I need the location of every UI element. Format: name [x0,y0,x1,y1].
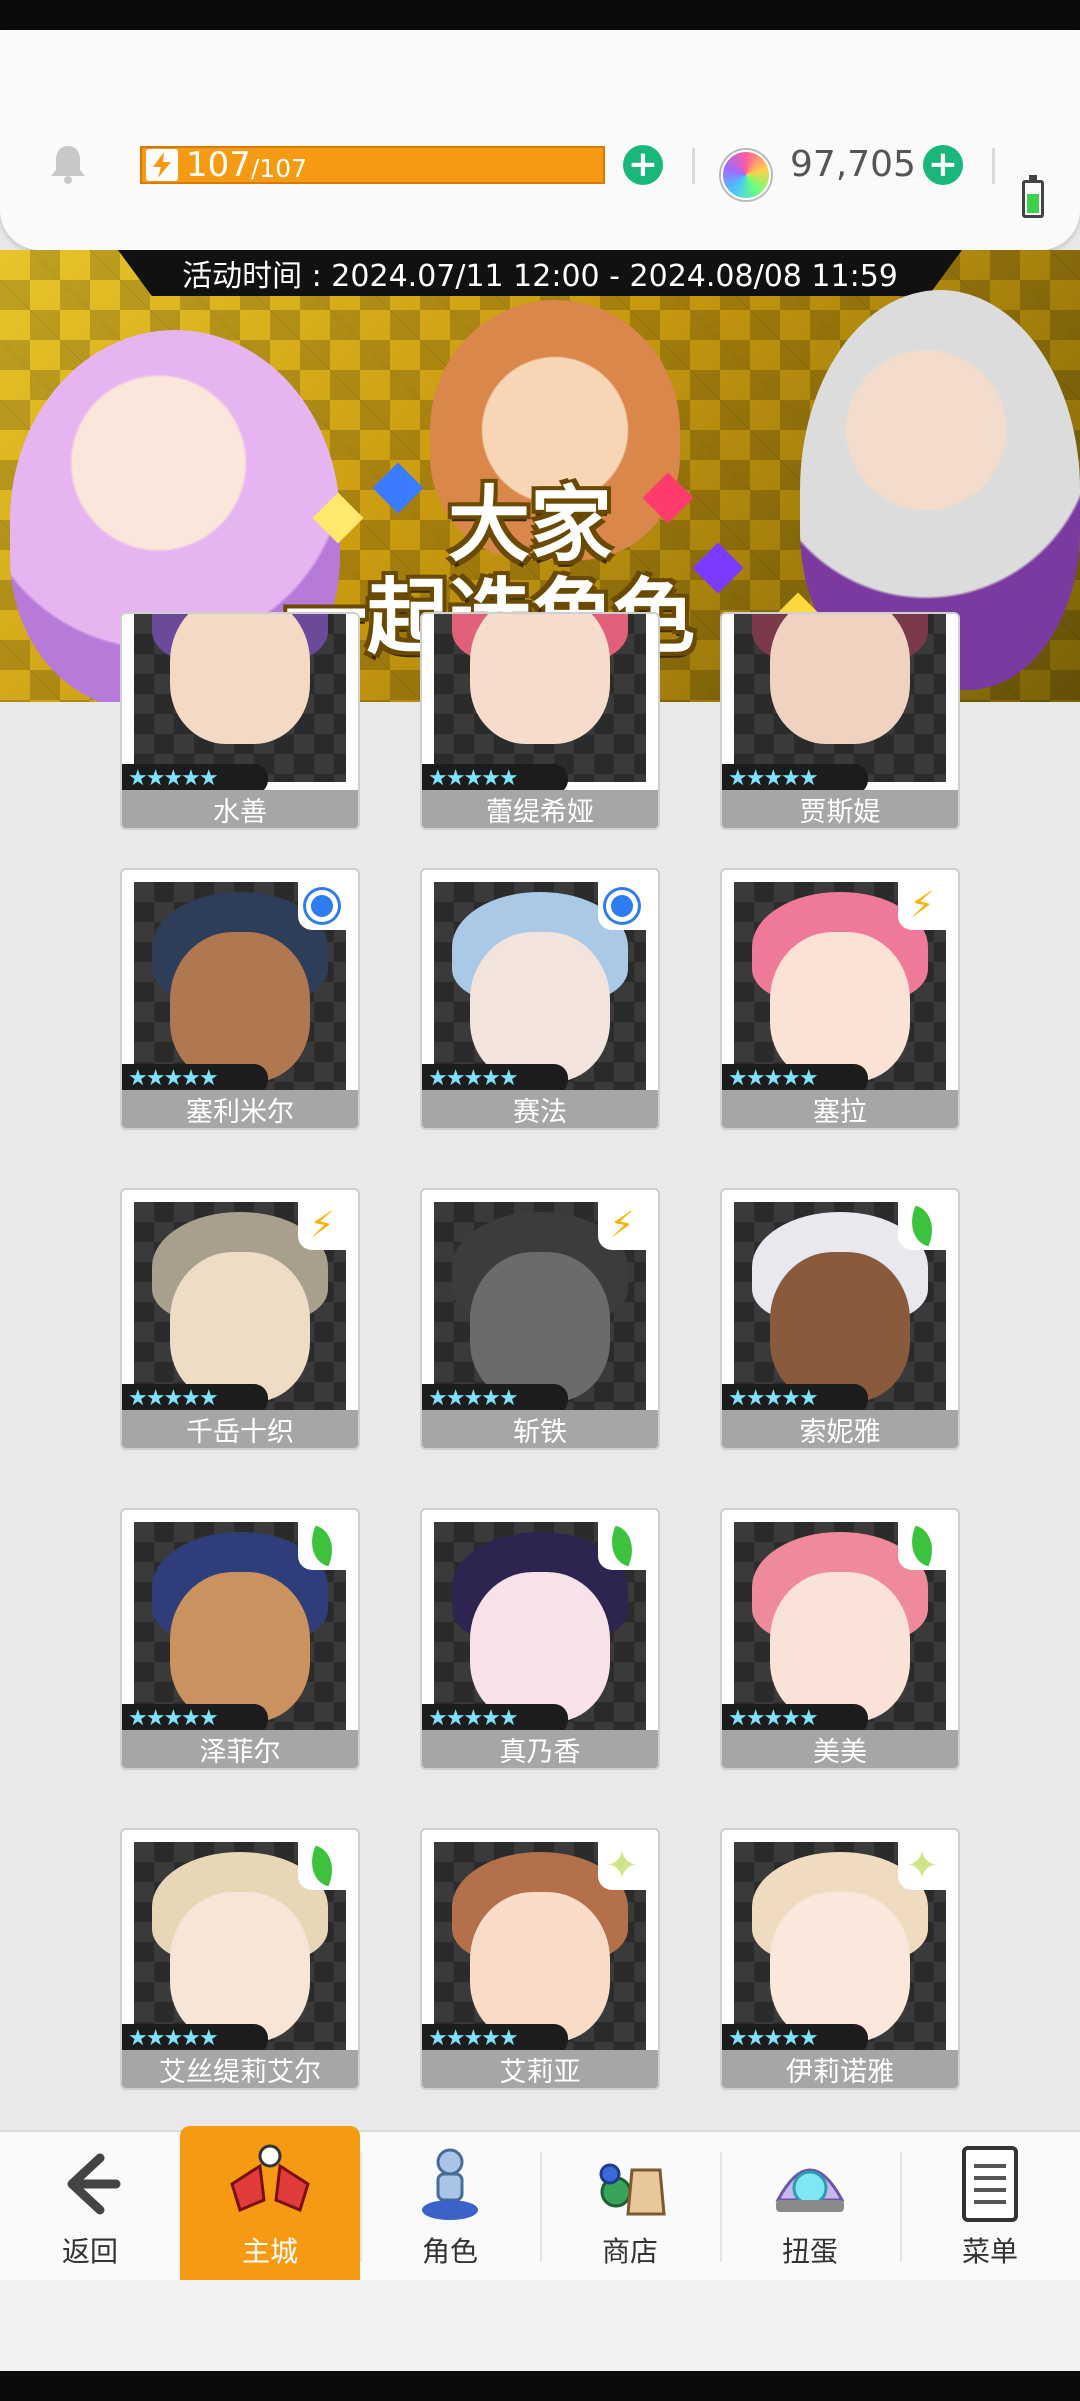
system-nav-area [0,2280,1080,2371]
character-name: 塞拉 [722,1090,958,1128]
character-name: 美美 [722,1730,958,1768]
earth-element-icon [898,1202,946,1250]
character-card[interactable]: ★★★★★ ⚡ 斩铁 [420,1188,660,1450]
character-card[interactable]: ★★★★★ 泽菲尔 [120,1508,360,1770]
earth-element-icon [598,1522,646,1570]
character-name: 艾丝缇莉艾尔 [122,2050,358,2088]
character-figure-icon [422,2148,478,2220]
battery-icon [1022,175,1044,218]
character-card[interactable]: ★★★★★ 塞利米尔 [120,868,360,1130]
character-card[interactable]: ★★★★★ ✦ 伊莉诺雅 [720,1828,960,2090]
divider [992,148,995,184]
nav-back[interactable]: 返回 [0,2132,180,2282]
gem-count: 97,705 [790,144,916,185]
thunder-element-icon: ⚡ [598,1202,646,1250]
bottom-nav: 返回 主城 角色 商店 扭蛋 菜单 [0,2126,1080,2282]
character-name: 贾斯媞 [722,790,958,828]
character-name: 千岳十织 [122,1410,358,1448]
character-card[interactable]: ★★★★★ 水善 [120,612,360,830]
character-name: 蕾缇希娅 [422,790,658,828]
stamina-bar: 107 /107 [140,145,605,185]
system-bar [0,2371,1080,2401]
stamina-max: /107 [250,153,308,183]
add-gem-button[interactable]: + [923,145,963,185]
thunder-element-icon: ⚡ [898,882,946,930]
character-name: 斩铁 [422,1410,658,1448]
stamina-current: 107 [186,145,251,185]
character-name: 索妮雅 [722,1410,958,1448]
light-element-icon: ✦ [598,1842,646,1890]
status-bar [0,0,1080,30]
character-name: 泽菲尔 [122,1730,358,1768]
lightning-icon [146,149,178,181]
character-portrait [134,614,346,782]
nav-shop[interactable]: 商店 [540,2132,720,2282]
character-card[interactable]: ★★★★★ 真乃香 [420,1508,660,1770]
arrow-left-icon [67,2153,121,2215]
nav-home[interactable]: 主城 [180,2126,360,2282]
nav-characters[interactable]: 角色 [360,2132,540,2282]
character-name: 真乃香 [422,1730,658,1768]
earth-element-icon [298,1842,346,1890]
character-card[interactable]: ★★★★★ ⚡ 千岳十织 [120,1188,360,1450]
shop-bag-icon [599,2163,666,2216]
character-portrait [434,614,646,782]
divider [692,148,695,184]
home-castle-icon [230,2144,310,2213]
character-name: 艾莉亚 [422,2050,658,2088]
earth-element-icon [898,1522,946,1570]
nav-gacha[interactable]: 扭蛋 [720,2132,900,2282]
character-card[interactable]: ★★★★★ 艾丝缇莉艾尔 [120,1828,360,2090]
character-portrait [734,614,946,782]
bell-icon[interactable] [46,142,90,186]
character-card[interactable]: ★★★★★ 贾斯媞 [720,612,960,830]
character-card[interactable]: ★★★★★ 索妮雅 [720,1188,960,1450]
menu-list-icon [962,2146,1018,2222]
light-element-icon: ✦ [898,1842,946,1890]
character-name: 水善 [122,790,358,828]
character-card[interactable]: ★★★★★ ✦ 艾莉亚 [420,1828,660,2090]
nav-menu[interactable]: 菜单 [900,2132,1080,2282]
character-card[interactable]: ★★★★★ 蕾缇希娅 [420,612,660,830]
character-name: 伊莉诺雅 [722,2050,958,2088]
water-element-icon [598,882,646,930]
add-stamina-button[interactable]: + [623,145,663,185]
water-element-icon [298,882,346,930]
character-card[interactable]: ★★★★★ 赛法 [420,868,660,1130]
character-card[interactable]: ★★★★★ 美美 [720,1508,960,1770]
earth-element-icon [298,1522,346,1570]
event-time: 活动时间 : 2024.07/11 12:00 - 2024.08/08 11:… [118,250,962,296]
gacha-machine-icon [775,2168,845,2212]
resource-bar: 107 /107 + 97,705 + [0,30,1080,250]
character-name: 赛法 [422,1090,658,1128]
rainbow-gem-icon [721,150,771,200]
character-name: 塞利米尔 [122,1090,358,1128]
thunder-element-icon: ⚡ [298,1202,346,1250]
character-card[interactable]: ★★★★★ ⚡ 塞拉 [720,868,960,1130]
